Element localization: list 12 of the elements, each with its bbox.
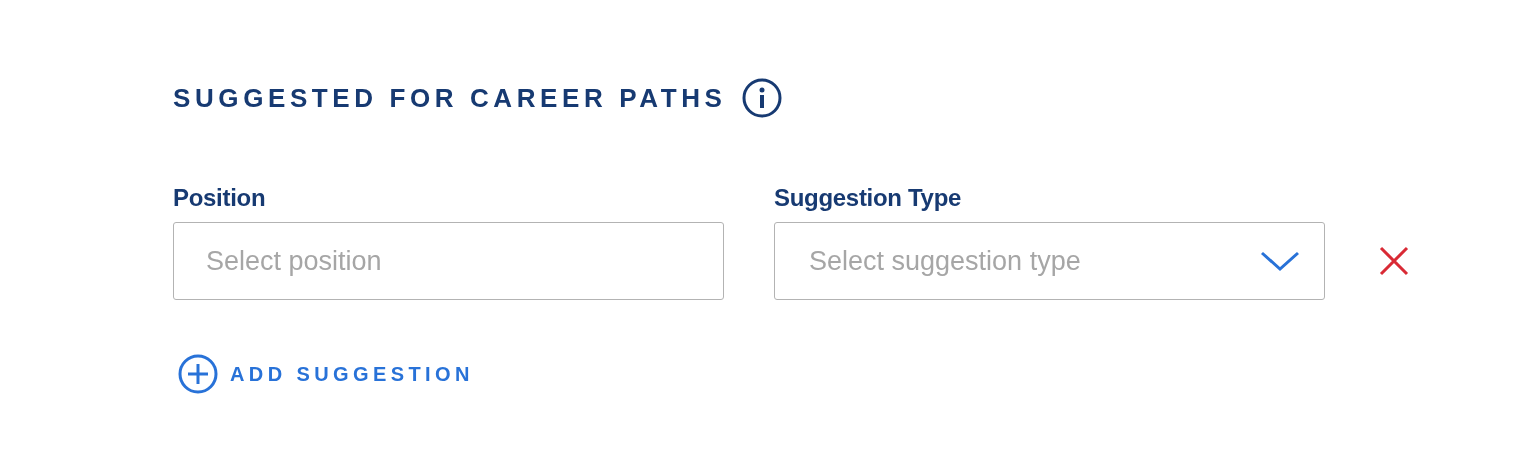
close-icon — [1379, 246, 1409, 276]
suggestion-type-dropdown[interactable]: Select suggestion type — [774, 222, 1325, 300]
plus-circle-icon — [178, 354, 218, 394]
dropdown-input[interactable]: Select suggestion type — [807, 244, 1260, 278]
info-icon[interactable] — [742, 78, 783, 118]
field-label: Suggestion Type — [774, 184, 963, 212]
position-field[interactable]: Select position — [173, 222, 724, 300]
chevron-down-icon — [1260, 250, 1300, 272]
field-label: Position — [173, 184, 267, 212]
section-title: SUGGESTED FOR CAREER PATHS — [173, 82, 727, 114]
remove-button[interactable] — [1379, 246, 1409, 276]
add-suggestion-button[interactable]: ADD SUGGESTION — [173, 354, 474, 394]
